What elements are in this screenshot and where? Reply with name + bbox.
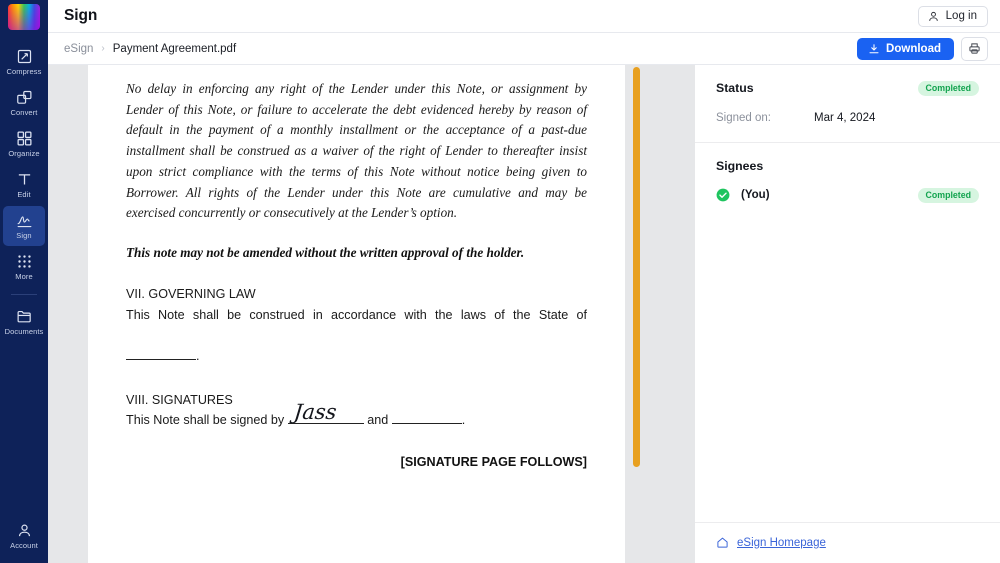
person-icon [16, 522, 33, 539]
signed-on-value: Mar 4, 2024 [814, 111, 876, 124]
signature-field[interactable]: Jass [287, 400, 364, 425]
sidebar-item-label: Convert [10, 108, 38, 118]
signees-title: Signees [716, 158, 764, 173]
edit-icon [16, 171, 33, 188]
content-body: No delay in enforcing any right of the L… [48, 65, 1000, 563]
home-icon [716, 536, 729, 549]
viewer-scrollbar[interactable] [631, 65, 640, 563]
sidebar-item-label: Compress [6, 67, 42, 77]
folder-icon [16, 308, 33, 325]
compress-icon [16, 48, 33, 65]
doc-section-8-middle: and [367, 413, 389, 428]
breadcrumb-actions: Download [857, 36, 988, 61]
signee-identity: (You) [716, 188, 770, 202]
printer-icon [968, 42, 981, 55]
doc-signature-page-follows: [SIGNATURE PAGE FOLLOWS] [400, 455, 587, 470]
person-icon [927, 10, 940, 23]
doc-section-7-trailing: . [196, 349, 200, 364]
doc-section-7-body: This Note shall be construed in accordan… [126, 307, 587, 322]
status-title: Status [716, 81, 754, 96]
sidebar-item-compress[interactable]: Compress [3, 42, 45, 82]
sidebar-item-label: Account [10, 541, 38, 551]
doc-section-8-prefix: This Note shall be signed by [126, 413, 285, 428]
signee-name: (You) [741, 189, 770, 202]
doc-section-8-suffix: . [461, 413, 466, 428]
print-button[interactable] [961, 36, 988, 61]
page-title: Sign [64, 7, 98, 24]
sidebar-item-edit[interactable]: Edit [3, 165, 45, 205]
doc-section-7-blank-line: . [126, 346, 587, 367]
sidebar-item-label: Organize [8, 149, 40, 159]
download-button[interactable]: Download [857, 37, 954, 60]
status-badge: Completed [917, 81, 979, 96]
doc-section-8-heading: VIII. SIGNATURES [126, 392, 233, 407]
doc-bold-note: This note may not be amended without the… [126, 244, 525, 260]
status-section: Status Completed Signed on: Mar 4, 2024 [695, 65, 1000, 142]
download-icon [868, 43, 880, 55]
breadcrumb-bar: eSign › Payment Agreement.pdf Download [48, 33, 1000, 65]
esign-homepage-link[interactable]: eSign Homepage [737, 537, 826, 549]
top-header: Sign Log in [48, 0, 1000, 33]
sidebar-item-convert[interactable]: Convert [3, 83, 45, 123]
download-button-label: Download [886, 42, 941, 55]
info-panel: Status Completed Signed on: Mar 4, 2024 … [695, 65, 1000, 563]
login-button-label: Log in [945, 10, 977, 22]
panel-spacer [695, 221, 1000, 522]
viewer-scrollbar-thumb[interactable] [633, 67, 640, 467]
login-button[interactable]: Log in [917, 5, 988, 27]
document-page: No delay in enforcing any right of the L… [88, 65, 625, 563]
sidebar-nav: Compress Convert Organize Edit Sign More… [0, 42, 48, 343]
sidebar-item-label: Documents [4, 327, 44, 337]
app-root: Compress Convert Organize Edit Sign More… [0, 0, 1000, 563]
sidebar-item-label: More [15, 272, 33, 282]
sidebar-divider [11, 294, 37, 295]
signed-on-row: Signed on: Mar 4, 2024 [716, 112, 979, 124]
sidebar-item-organize[interactable]: Organize [3, 124, 45, 164]
check-circle-icon [716, 188, 730, 202]
status-header: Status Completed [716, 81, 979, 96]
blank-line [126, 359, 196, 361]
rainbow-logo[interactable] [8, 4, 40, 30]
right-panel-wrap: Status Completed Signed on: Mar 4, 2024 … [640, 65, 1000, 563]
sidebar: Compress Convert Organize Edit Sign More… [0, 0, 48, 563]
more-grid-icon [16, 253, 33, 270]
breadcrumb-current: Payment Agreement.pdf [112, 42, 237, 55]
signee-row: (You) Completed [716, 187, 979, 203]
breadcrumb: eSign › Payment Agreement.pdf [64, 43, 236, 55]
signee-status-badge: Completed [917, 187, 979, 203]
panel-footer: eSign Homepage [695, 522, 1000, 563]
doc-section-8-body: This Note shall be signed by Jass and . [126, 400, 587, 431]
sidebar-item-label: Sign [16, 231, 32, 241]
sidebar-item-label: Edit [17, 190, 31, 200]
sidebar-bottom: Account [0, 516, 48, 557]
blank-line [391, 423, 462, 425]
sidebar-item-documents[interactable]: Documents [3, 302, 45, 342]
sidebar-item-more[interactable]: More [3, 247, 45, 287]
breadcrumb-separator: › [101, 43, 105, 54]
doc-paragraph-1: No delay in enforcing any right of the L… [126, 81, 587, 221]
main-region: Sign Log in eSign › Payment Agreement.pd… [48, 0, 1000, 563]
convert-icon [16, 89, 33, 106]
sidebar-item-account[interactable]: Account [3, 516, 45, 556]
doc-section-7-heading: VII. GOVERNING LAW [126, 286, 256, 301]
document-viewer[interactable]: No delay in enforcing any right of the L… [48, 65, 640, 563]
sidebar-item-sign[interactable]: Sign [3, 206, 45, 246]
organize-icon [16, 130, 33, 147]
breadcrumb-root[interactable]: eSign [64, 43, 93, 55]
signed-on-label: Signed on: [716, 111, 771, 124]
sign-icon [16, 212, 33, 229]
signees-section: Signees (You) Completed [695, 141, 1000, 221]
signature-value: Jass [292, 399, 338, 424]
